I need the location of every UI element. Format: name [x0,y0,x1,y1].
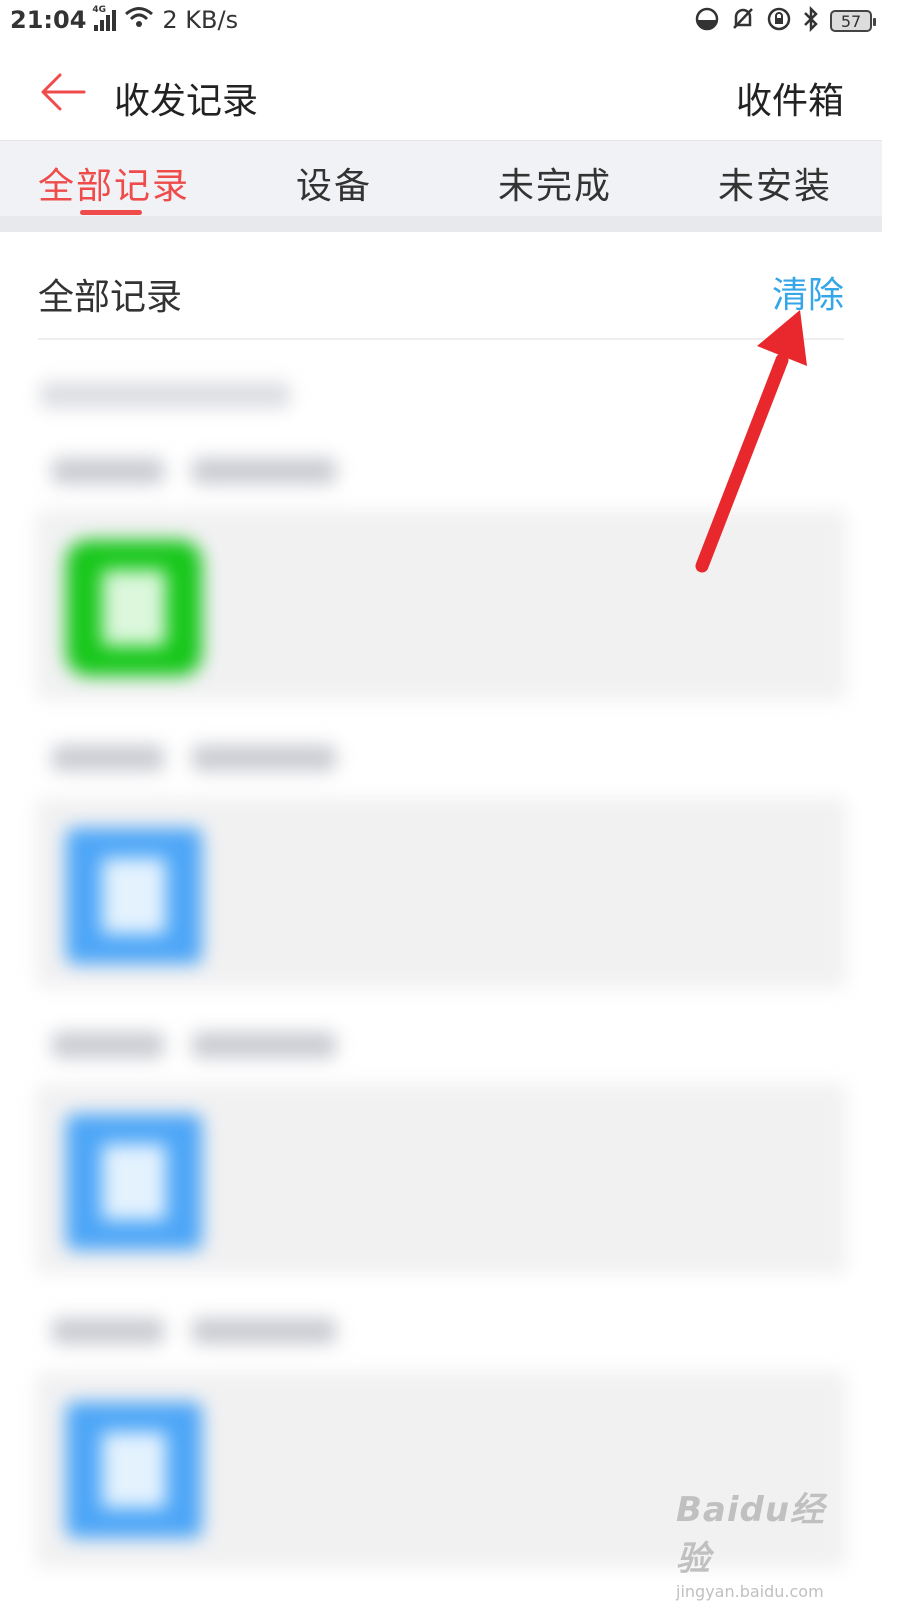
list-item[interactable] [36,1084,846,1274]
mute-bell-icon [730,6,756,36]
group-label [52,1032,164,1058]
clear-button[interactable]: 清除 [772,266,844,318]
document-icon [66,1402,202,1538]
group-label [52,458,164,484]
app-header: 收发记录 收件箱 [0,44,882,140]
group-label [192,1032,336,1058]
divider [38,338,844,340]
group-label [52,745,164,771]
watermark: Baidu经验 jingyan.baidu.com [676,1482,856,1601]
group-label [192,745,336,771]
eye-comfort-icon [694,6,720,36]
app-book-icon [66,540,202,676]
group-label [52,1318,164,1344]
tab-incomplete[interactable]: 未完成 [498,157,612,209]
network-type: 4G [92,5,107,15]
page-title: 收发记录 [114,81,259,122]
divider [0,216,882,232]
tab-devices[interactable]: 设备 [296,157,372,209]
tab-bar: 全部记录 设备 未完成 未安装 [0,140,882,217]
wifi-icon [124,6,154,34]
network-speed: 2 KB/s [162,6,239,34]
active-tab-indicator [80,210,142,215]
inbox-button[interactable]: 收件箱 [736,72,844,124]
group-label [192,458,336,484]
tab-not-installed[interactable]: 未安装 [718,157,832,209]
tab-all-records[interactable]: 全部记录 [38,157,190,209]
status-bar: 21:04 4G 2 KB/s 57 [0,0,882,44]
list-item[interactable] [36,798,846,988]
document-icon [66,828,202,964]
rotation-lock-icon [766,6,792,36]
group-label [192,1318,336,1344]
bluetooth-icon [802,5,820,36]
document-icon [66,1114,202,1250]
list-item[interactable] [36,510,846,700]
back-arrow-icon[interactable] [38,70,88,114]
status-time: 21:04 [10,6,87,34]
cellular-signal-icon: 4G [92,5,117,31]
battery-icon: 57 [830,10,876,32]
date-header [40,382,290,408]
section-title: 全部记录 [38,277,183,318]
record-list [0,360,882,1568]
watermark-url: jingyan.baidu.com [676,1582,824,1601]
watermark-brand: Baidu经验 [676,1490,826,1579]
